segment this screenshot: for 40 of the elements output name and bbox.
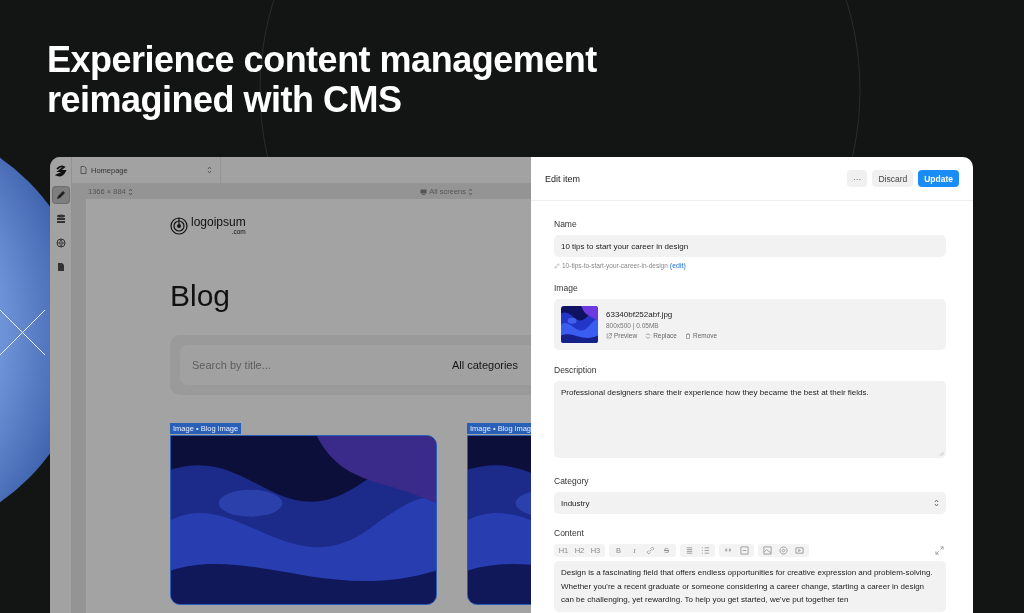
trash-icon (685, 332, 691, 339)
field-label: Content (554, 528, 585, 538)
sort-icon (207, 166, 212, 174)
monitor-icon (420, 188, 428, 195)
logo-icon (170, 217, 188, 235)
expand-icon[interactable] (933, 545, 946, 556)
pen-icon[interactable] (52, 187, 69, 203)
refresh-icon (645, 332, 652, 339)
link-icon (554, 262, 560, 269)
sort-icon (468, 187, 473, 196)
file-name: 63340bf252abf.jpg (606, 310, 674, 319)
logo-icon[interactable] (54, 165, 67, 177)
field-label: Image (554, 283, 579, 293)
description-field[interactable]: Professional designers share their experience how they became the best at their fields. (554, 381, 946, 458)
field-label: Name (554, 219, 578, 229)
numbered-list-icon[interactable] (699, 545, 712, 556)
discard-button[interactable]: Discard (872, 170, 914, 187)
sort-icon (127, 187, 133, 196)
code-block-icon[interactable] (738, 545, 751, 556)
field-label: Description (554, 365, 598, 375)
page-title: Blog (170, 279, 232, 313)
search-field[interactable]: Search by title... All categories (180, 345, 531, 385)
panel-title: Edit item (545, 173, 580, 184)
category-filter[interactable]: All categories (451, 359, 518, 371)
field-label: Category (554, 476, 590, 486)
content-editor[interactable]: Design is a fascinating field that offers endless opportunities for creative expression and problem-solving. Whether you're a recent graduate or someone considering a career change, starting a career in design can be challenging, yet rewarding. To help you get started, we've put together ten (554, 561, 946, 612)
image-icon[interactable] (761, 545, 774, 556)
update-button[interactable]: Update (918, 170, 959, 187)
link-icon[interactable] (644, 545, 657, 556)
resize-handle-icon[interactable] (939, 451, 944, 456)
external-link-icon (606, 332, 612, 339)
page-icon (80, 166, 87, 174)
select-icon (934, 499, 939, 507)
logo-text: logoipsum (191, 217, 246, 228)
more-button[interactable]: ··· (846, 170, 868, 187)
headline: Experience content management reimagined with CMS (47, 40, 598, 120)
video-icon[interactable] (793, 545, 806, 556)
category-select[interactable]: Industry (554, 492, 946, 514)
name-field[interactable]: 10 tips to start your career in design (554, 235, 946, 257)
record-icon[interactable] (777, 545, 790, 556)
